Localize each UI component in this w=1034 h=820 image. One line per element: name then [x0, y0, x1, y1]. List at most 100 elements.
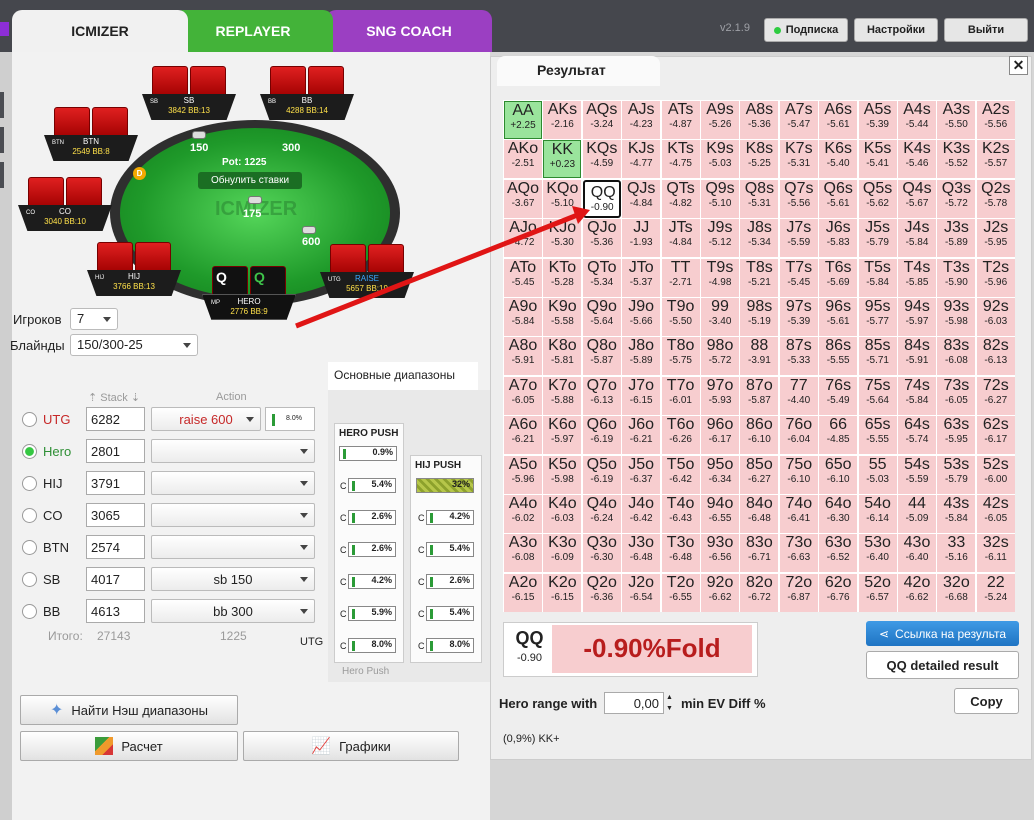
hand-cell[interactable]: J3o -6.48 [622, 534, 661, 573]
hand-cell[interactable]: K5s -5.41 [858, 140, 897, 179]
hand-cell[interactable]: Q4s -5.67 [898, 179, 936, 218]
hand-cell[interactable]: AQo -3.67 [504, 179, 542, 218]
hand-cell[interactable]: J6s -5.83 [819, 219, 858, 258]
hand-cell[interactable]: 42s -6.05 [976, 495, 1015, 533]
hand-cell[interactable]: KQs -4.59 [582, 140, 621, 179]
hand-cell[interactable]: A6s -5.61 [819, 101, 858, 139]
hand-cell[interactable]: 52s -6.00 [976, 455, 1015, 494]
hand-cell[interactable]: 44 -5.09 [898, 495, 936, 533]
range-cell[interactable]: 2.6% [348, 542, 396, 557]
action-select[interactable] [151, 535, 315, 559]
settings-button[interactable]: Настройки [854, 18, 938, 42]
hand-cell[interactable]: 73s -6.05 [937, 376, 976, 415]
hand-cell[interactable]: 72s -6.27 [976, 376, 1015, 415]
calculate-button[interactable]: Расчет [20, 731, 238, 761]
tab-main-ranges[interactable]: Основные диапазоны [328, 362, 478, 390]
hand-cell[interactable]: 65o -6.10 [819, 455, 858, 494]
range-cell[interactable]: 5.4% [348, 478, 396, 493]
hand-cell[interactable]: 54o -6.14 [858, 495, 897, 533]
hand-cell[interactable]: J4s -5.84 [898, 219, 936, 258]
hand-cell[interactable]: T9o -5.50 [661, 298, 700, 336]
hand-cell[interactable]: 72o -6.87 [779, 573, 818, 612]
hand-cell[interactable]: ATs -4.87 [661, 101, 700, 139]
hand-cell[interactable]: T2s -5.96 [976, 258, 1015, 297]
hand-cell[interactable]: QQ -0.90 [582, 179, 621, 218]
hand-cell[interactable]: 94s -5.97 [898, 298, 936, 336]
hand-cell[interactable]: 62o -6.76 [819, 573, 858, 612]
hand-cell[interactable]: 54s -5.59 [898, 455, 936, 494]
hand-cell[interactable]: K4o -6.03 [543, 495, 582, 533]
hand-cell[interactable]: 86o -6.10 [740, 416, 779, 455]
side-chip[interactable] [0, 127, 4, 153]
hand-cell[interactable]: JJ -1.93 [622, 219, 661, 258]
hand-cell[interactable]: A3o -6.08 [504, 534, 542, 573]
hand-cell[interactable]: A2s -5.56 [976, 101, 1015, 139]
hand-cell[interactable]: 64s -5.74 [898, 416, 936, 455]
hand-cell[interactable]: Q8o -5.87 [582, 337, 621, 376]
blinds-select[interactable]: 150/300-25 [70, 334, 198, 356]
hand-cell[interactable]: 74s -5.84 [898, 376, 936, 415]
hand-cell[interactable]: KTo -5.28 [543, 258, 582, 297]
hand-cell[interactable]: J8s -5.34 [740, 219, 779, 258]
hand-cell[interactable]: 96s -5.61 [819, 298, 858, 336]
hand-cell[interactable]: T3o -6.48 [661, 534, 700, 573]
hand-cell[interactable]: 93o -6.56 [701, 534, 739, 573]
hand-cell[interactable]: J5o -6.37 [622, 455, 661, 494]
hand-cell[interactable]: Q3o -6.30 [582, 534, 621, 573]
hand-cell[interactable]: A5s -5.39 [858, 101, 897, 139]
hand-cell[interactable]: 87o -5.87 [740, 376, 779, 415]
players-select[interactable]: 7 [70, 308, 118, 330]
share-link-button[interactable]: ⋖ Ссылка на результа [866, 621, 1019, 646]
hand-cell[interactable]: 43s -5.84 [937, 495, 976, 533]
hand-cell[interactable]: QJs -4.84 [622, 179, 661, 218]
hand-cell[interactable]: T7s -5.45 [779, 258, 818, 297]
hand-cell[interactable]: K8s -5.25 [740, 140, 779, 179]
hand-cell[interactable]: 99 -3.40 [701, 298, 739, 336]
seat-bb[interactable]: BB BB 4288 BB:14 [260, 66, 354, 122]
hand-cell[interactable]: QJo -5.36 [582, 219, 621, 258]
stack-input[interactable]: 6282 [86, 407, 145, 431]
hand-cell[interactable]: T8o -5.75 [661, 337, 700, 376]
hand-cell[interactable]: 77 -4.40 [779, 376, 818, 415]
hand-cell[interactable]: 76s -5.49 [819, 376, 858, 415]
hand-cell[interactable]: 63o -6.52 [819, 534, 858, 573]
hand-cell[interactable]: J3s -5.89 [937, 219, 976, 258]
hand-cell[interactable]: 86s -5.55 [819, 337, 858, 376]
hand-cell[interactable]: A6o -6.21 [504, 416, 542, 455]
hand-cell[interactable]: J8o -5.89 [622, 337, 661, 376]
hand-cell[interactable]: 32o -6.68 [937, 573, 976, 612]
stack-input[interactable]: 3791 [86, 471, 145, 495]
hand-cell[interactable]: K2s -5.57 [976, 140, 1015, 179]
range-cell[interactable]: 4.2% [348, 574, 396, 589]
player-radio[interactable] [22, 508, 37, 523]
hand-cell[interactable]: 33 -5.16 [937, 534, 976, 573]
seat-btn[interactable]: BTN BTN 2549 BB:8 [44, 107, 138, 163]
hand-cell[interactable]: T8s -5.21 [740, 258, 779, 297]
side-chip[interactable] [0, 162, 4, 188]
hij-push-top[interactable]: 32% [416, 478, 474, 493]
hand-cell[interactable]: 92o -6.62 [701, 573, 739, 612]
hand-cell[interactable]: K8o -5.81 [543, 337, 582, 376]
range-cell[interactable]: 2.6% [348, 510, 396, 525]
stack-column-header[interactable]: ⇡ Stack ⇣ [88, 391, 140, 404]
hand-cell[interactable]: 85s -5.71 [858, 337, 897, 376]
hand-cell[interactable]: KJo -5.30 [543, 219, 582, 258]
hand-cell[interactable]: K2o -6.15 [543, 573, 582, 612]
hand-cell[interactable]: AKo -2.51 [504, 140, 542, 179]
hand-cell[interactable]: J9o -5.66 [622, 298, 661, 336]
hand-cell[interactable]: 83o -6.71 [740, 534, 779, 573]
hand-cell[interactable]: T5s -5.84 [858, 258, 897, 297]
stack-input[interactable]: 3065 [86, 503, 145, 527]
action-select[interactable] [151, 471, 315, 495]
action-select[interactable] [151, 503, 315, 527]
range-cell[interactable]: 5.4% [426, 542, 474, 557]
hand-cell[interactable]: J2s -5.95 [976, 219, 1015, 258]
hand-cell[interactable]: J2o -6.54 [622, 573, 661, 612]
hand-cell[interactable]: A9s -5.26 [701, 101, 739, 139]
range-cell[interactable]: 4.2% [426, 510, 474, 525]
player-radio[interactable] [22, 476, 37, 491]
hand-cell[interactable]: K6s -5.40 [819, 140, 858, 179]
hand-cell[interactable]: 63s -5.95 [937, 416, 976, 455]
hand-cell[interactable]: 75s -5.64 [858, 376, 897, 415]
copy-button[interactable]: Copy [954, 688, 1019, 714]
